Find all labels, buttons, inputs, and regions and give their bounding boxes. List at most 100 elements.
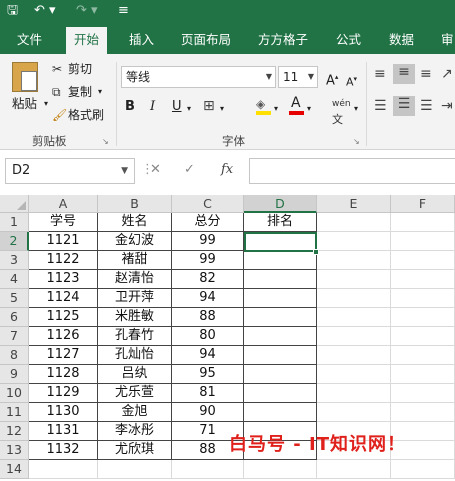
cell-b3[interactable]: 褚甜: [98, 251, 172, 270]
borders-dropdown-icon[interactable]: ▾: [220, 101, 224, 117]
align-center-icon[interactable]: ☰: [393, 96, 415, 116]
cell-c10[interactable]: 81: [172, 384, 244, 403]
cell-a11[interactable]: 1130: [29, 403, 98, 422]
borders-icon[interactable]: ⊞: [203, 98, 215, 114]
underline-dropdown-icon[interactable]: ▾: [187, 101, 191, 117]
column-header-d[interactable]: D: [244, 195, 317, 213]
cell-b11[interactable]: 金旭: [98, 403, 172, 422]
cell-c8[interactable]: 94: [172, 346, 244, 365]
row-header-14[interactable]: 14: [0, 460, 29, 479]
cell-a10[interactable]: 1129: [29, 384, 98, 403]
cell-b4[interactable]: 赵清怡: [98, 270, 172, 289]
bold-button[interactable]: B: [125, 99, 135, 115]
row-header-6[interactable]: 6: [0, 308, 29, 327]
cell-d8[interactable]: [244, 346, 317, 365]
cell-c2[interactable]: 99: [172, 232, 244, 251]
font-launcher-icon[interactable]: ↘: [353, 134, 360, 150]
cell-c3[interactable]: 99: [172, 251, 244, 270]
cell-b7[interactable]: 孔春竹: [98, 327, 172, 346]
phonetic-button[interactable]: wén 文: [332, 96, 351, 129]
undo-icon[interactable]: ↶ ▾: [34, 2, 56, 20]
cell-f11[interactable]: [391, 403, 455, 422]
cell-b9[interactable]: 吕纨: [98, 365, 172, 384]
cell-e5[interactable]: [317, 289, 391, 308]
cell-d3[interactable]: [244, 251, 317, 270]
tab-insert[interactable]: 插入: [129, 31, 154, 49]
cell-e8[interactable]: [317, 346, 391, 365]
cell-c6[interactable]: 88: [172, 308, 244, 327]
row-header-1[interactable]: 1: [0, 213, 29, 232]
cell-f14[interactable]: [391, 460, 455, 479]
font-size-select[interactable]: 11 ▼: [278, 66, 318, 88]
cut-button[interactable]: 剪切: [68, 61, 92, 77]
column-header-f[interactable]: F: [391, 195, 455, 213]
cell-d4[interactable]: [244, 270, 317, 289]
cell-a2[interactable]: 1121: [29, 232, 98, 251]
row-header-3[interactable]: 3: [0, 251, 29, 270]
grow-font-button[interactable]: A▴: [326, 69, 338, 89]
font-name-select[interactable]: 等线 ▼: [121, 66, 276, 88]
cell-e7[interactable]: [317, 327, 391, 346]
cell-a9[interactable]: 1128: [29, 365, 98, 384]
indent-icon[interactable]: ⇥: [441, 98, 453, 114]
align-bottom-icon[interactable]: ≡: [420, 66, 432, 82]
italic-button[interactable]: I: [150, 99, 155, 115]
row-header-9[interactable]: 9: [0, 365, 29, 384]
cell-c11[interactable]: 90: [172, 403, 244, 422]
cell-e9[interactable]: [317, 365, 391, 384]
cell-c7[interactable]: 80: [172, 327, 244, 346]
cell-a13[interactable]: 1132: [29, 441, 98, 460]
cell-a3[interactable]: 1122: [29, 251, 98, 270]
cell-b10[interactable]: 尤乐萱: [98, 384, 172, 403]
insert-function-icon[interactable]: fx: [221, 158, 233, 184]
cell-d1[interactable]: 排名: [244, 213, 317, 232]
cell-f10[interactable]: [391, 384, 455, 403]
shrink-font-button[interactable]: A▾: [346, 71, 357, 91]
cell-a14[interactable]: [29, 460, 98, 479]
font-color-dropdown-icon[interactable]: ▾: [307, 101, 311, 117]
cell-b12[interactable]: 李冰彤: [98, 422, 172, 441]
cell-a4[interactable]: 1123: [29, 270, 98, 289]
cell-e6[interactable]: [317, 308, 391, 327]
cell-f7[interactable]: [391, 327, 455, 346]
column-header-a[interactable]: A: [29, 195, 98, 213]
clipboard-launcher-icon[interactable]: ↘: [102, 134, 109, 150]
underline-button[interactable]: U: [172, 99, 182, 115]
paste-button[interactable]: 粘贴: [12, 96, 37, 112]
row-header-12[interactable]: 12: [0, 422, 29, 441]
cell-f8[interactable]: [391, 346, 455, 365]
cell-a8[interactable]: 1127: [29, 346, 98, 365]
tab-formulas[interactable]: 公式: [336, 31, 361, 49]
cell-a12[interactable]: 1131: [29, 422, 98, 441]
column-header-e[interactable]: E: [317, 195, 391, 213]
cell-d14[interactable]: [244, 460, 317, 479]
cell-f9[interactable]: [391, 365, 455, 384]
cell-d5[interactable]: [244, 289, 317, 308]
align-right-icon[interactable]: ☰: [420, 98, 433, 114]
copy-dropdown-icon[interactable]: ▾: [98, 84, 102, 100]
row-header-5[interactable]: 5: [0, 289, 29, 308]
cell-a5[interactable]: 1124: [29, 289, 98, 308]
cell-d11[interactable]: [244, 403, 317, 422]
row-header-13[interactable]: 13: [0, 441, 29, 460]
fill-color-button[interactable]: ◈: [256, 96, 271, 115]
cell-f4[interactable]: [391, 270, 455, 289]
cell-b14[interactable]: [98, 460, 172, 479]
row-header-4[interactable]: 4: [0, 270, 29, 289]
tab-review[interactable]: 审: [441, 31, 454, 49]
cell-b13[interactable]: 尤欣琪: [98, 441, 172, 460]
copy-button[interactable]: 复制: [68, 84, 92, 100]
cell-e14[interactable]: [317, 460, 391, 479]
tab-page-layout[interactable]: 页面布局: [181, 31, 231, 49]
column-header-b[interactable]: B: [98, 195, 172, 213]
tab-home[interactable]: 开始: [66, 27, 108, 54]
cell-b6[interactable]: 米胜敏: [98, 308, 172, 327]
cell-d7[interactable]: [244, 327, 317, 346]
row-header-11[interactable]: 11: [0, 403, 29, 422]
row-header-8[interactable]: 8: [0, 346, 29, 365]
enter-icon[interactable]: ✓: [184, 158, 195, 184]
name-box[interactable]: D2 ▼: [5, 158, 135, 184]
tab-file[interactable]: 文件: [17, 31, 42, 49]
cell-a6[interactable]: 1125: [29, 308, 98, 327]
redo-icon[interactable]: ↷ ▾: [76, 2, 98, 20]
